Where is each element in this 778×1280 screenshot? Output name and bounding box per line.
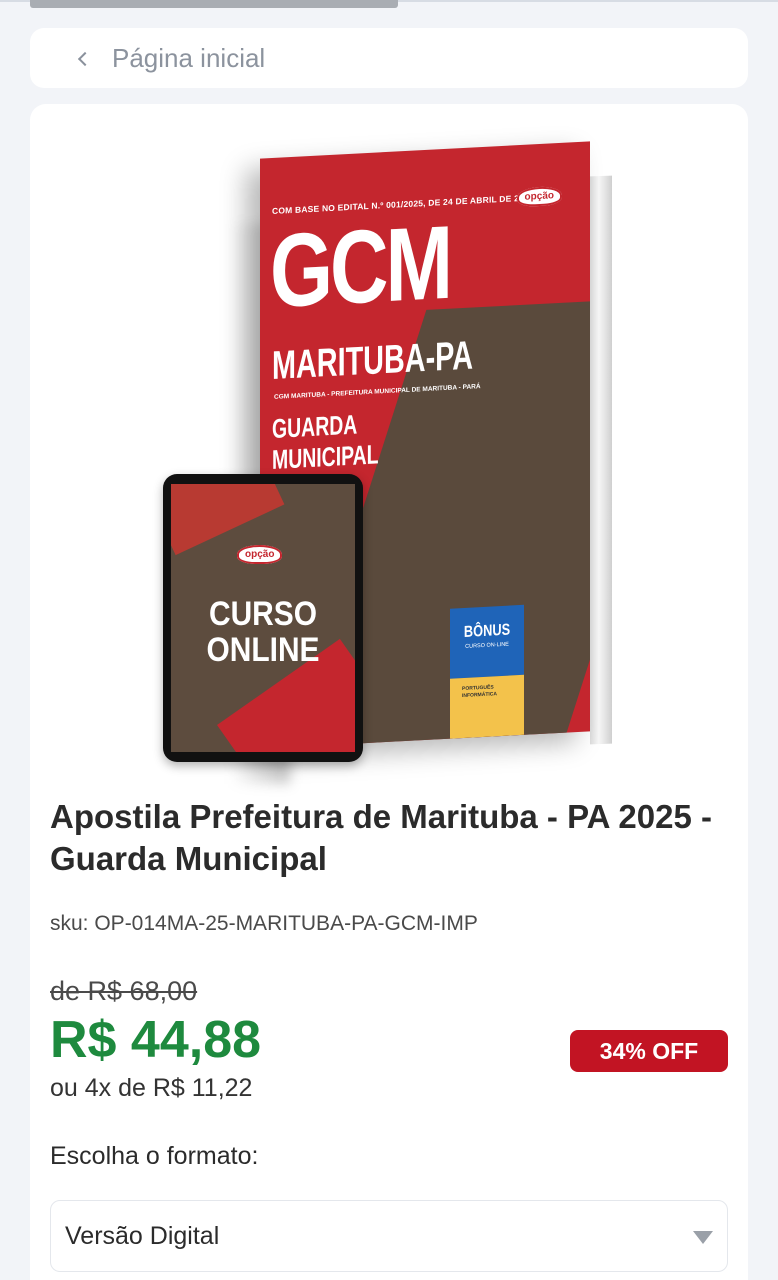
discount-badge: 34% OFF [570,1030,728,1072]
product-sku: sku: OP-014MA-25-MARITUBA-PA-GCM-IMP [50,912,478,935]
format-label: Escolha o formato: [50,1142,259,1170]
product-card: COM BASE NO EDITAL N.º 001/2025, DE 24 D… [30,104,748,1280]
old-price: de R$ 68,00 [50,976,198,1006]
installments: ou 4x de R$ 11,22 [50,1074,253,1102]
tablet-course-label: CURSO ONLINE [206,595,320,669]
product-image[interactable]: COM BASE NO EDITAL N.º 001/2025, DE 24 D… [30,104,748,784]
page-scroll-indicator [30,0,398,8]
book-role: GUARDA MUNICIPAL [272,409,379,476]
format-select-value: Versão Digital [65,1221,220,1250]
chevron-left-icon [77,51,93,66]
tablet-device: opção CURSO ONLINE [163,474,363,762]
bonus-sticker: BÔNUS CURSO ON-LINE PORTUGUÊS INFORMÁTIC… [450,604,524,739]
format-select[interactable]: Versão Digital [50,1200,728,1272]
brand-logo: opção [516,185,562,208]
breadcrumb[interactable]: Página inicial [30,28,748,88]
product-title: Apostila Prefeitura de Marituba - PA 202… [50,798,712,877]
book-pages [590,175,612,745]
book-headline: GCM [270,204,450,331]
brand-logo: opção [237,544,283,564]
tablet-screen: opção CURSO ONLINE [171,484,355,752]
current-price: R$ 44,88 [50,1011,262,1069]
breadcrumb-link-home[interactable]: Página inicial [112,43,265,74]
chevron-down-icon [693,1231,713,1244]
